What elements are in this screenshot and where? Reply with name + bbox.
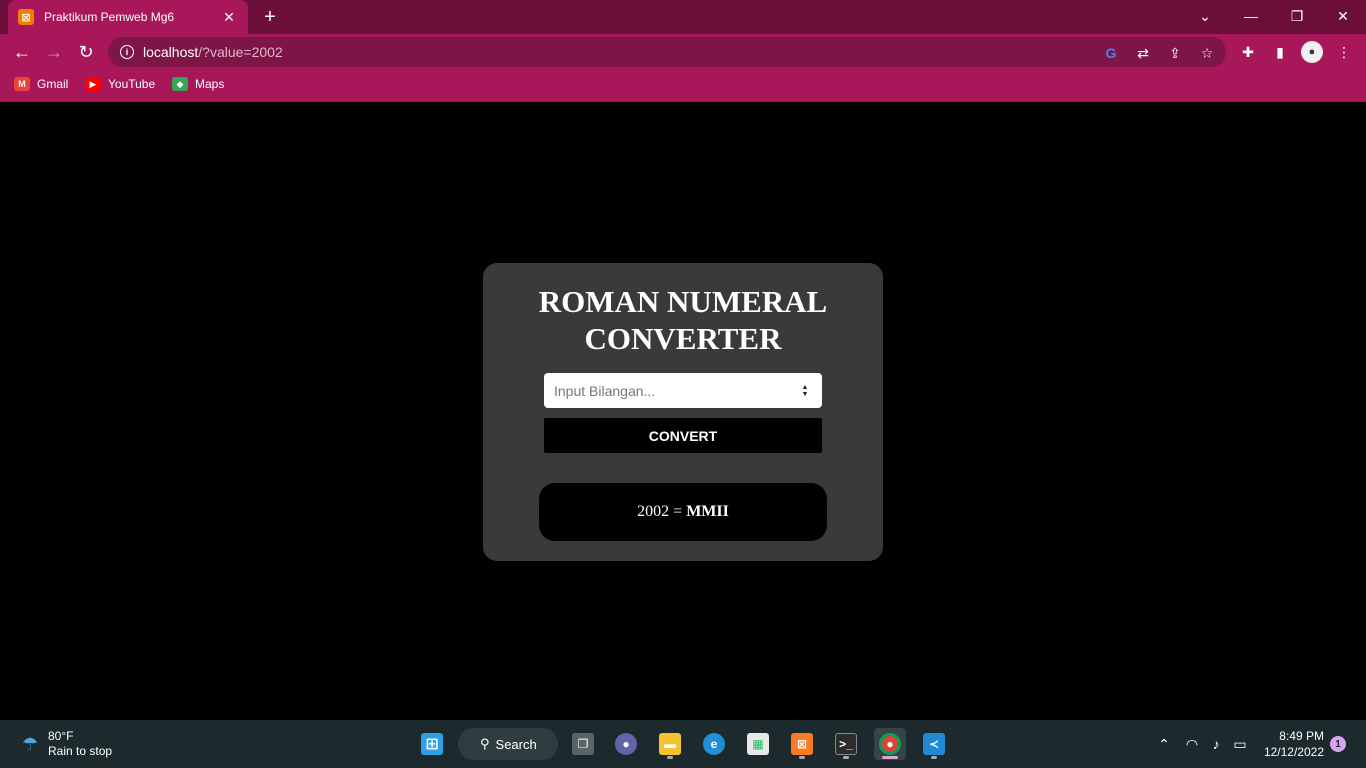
site-info-icon[interactable]: i xyxy=(120,45,134,59)
tab-title: Praktikum Pemweb Mg6 xyxy=(44,10,175,24)
share-icon[interactable]: ⇪ xyxy=(1166,44,1184,62)
vscode-button[interactable]: ≺ xyxy=(918,728,950,760)
notification-badge[interactable]: 1 xyxy=(1330,736,1346,752)
task-view-button[interactable]: ❐ xyxy=(567,728,599,760)
xampp-button[interactable]: ⊠ xyxy=(786,728,818,760)
bookmark-star-icon[interactable]: ☆ xyxy=(1198,44,1216,62)
active-indicator xyxy=(882,756,898,759)
search-label: Search xyxy=(495,736,537,752)
taskbar: ☂ 80°F Rain to stop ⊞ ⚲ Search ❐ ● ▬ e ▦… xyxy=(0,720,1366,768)
bookmark-label: Maps xyxy=(195,77,225,91)
translate-icon[interactable]: ⇄ xyxy=(1134,44,1152,62)
address-bar[interactable]: i localhost/?value=2002 G ⇄ ⇪ ☆ xyxy=(108,37,1226,67)
store-button[interactable]: ▦ xyxy=(742,728,774,760)
bookmark-maps[interactable]: ◆ Maps xyxy=(172,77,224,91)
xampp-icon: ⊠ xyxy=(791,733,813,755)
input-placeholder: Input Bilangan... xyxy=(554,382,656,399)
terminal-button[interactable]: >_ xyxy=(830,728,862,760)
back-icon[interactable]: ← xyxy=(10,40,34,64)
title-line-2: CONVERTER xyxy=(584,321,782,356)
new-tab-button[interactable]: + xyxy=(258,6,282,28)
restore-button[interactable]: ❐ xyxy=(1282,6,1312,26)
extensions-icon[interactable]: ✚ xyxy=(1238,42,1258,62)
chrome-button[interactable]: ● xyxy=(874,728,906,760)
maps-icon: ◆ xyxy=(172,77,188,91)
battery-icon[interactable]: ▭ xyxy=(1230,734,1250,754)
file-explorer-button[interactable]: ▬ xyxy=(654,728,686,760)
number-input[interactable]: Input Bilangan... ▲ ▼ xyxy=(544,373,822,408)
windows-icon: ⊞ xyxy=(421,733,443,755)
chrome-icon: ● xyxy=(879,733,901,755)
result-roman: MMII xyxy=(686,503,729,520)
edge-icon: e xyxy=(703,733,725,755)
search-icon: ⚲ xyxy=(480,736,490,751)
convert-button[interactable]: CONVERT xyxy=(544,418,822,453)
google-lens-icon[interactable]: G xyxy=(1102,44,1120,62)
close-tab-icon[interactable]: ✕ xyxy=(220,8,238,26)
start-button[interactable]: ⊞ xyxy=(416,728,448,760)
result-number: 2002 xyxy=(637,503,670,520)
gmail-icon: M xyxy=(14,77,30,91)
chevron-up-icon[interactable]: ⌃ xyxy=(1154,734,1174,754)
page-title: ROMAN NUMERAL CONVERTER xyxy=(483,283,883,357)
converter-card: ROMAN NUMERAL CONVERTER Input Bilangan..… xyxy=(483,263,883,561)
title-line-1: ROMAN NUMERAL xyxy=(538,284,828,319)
terminal-icon: >_ xyxy=(835,733,857,755)
browser-titlebar: ⊠ Praktikum Pemweb Mg6 ✕ + ⌄ — ❐ ✕ xyxy=(0,0,1366,34)
store-icon: ▦ xyxy=(747,733,769,755)
address-host: localhost xyxy=(143,44,199,60)
youtube-icon: ▶ xyxy=(85,77,101,91)
side-panel-icon[interactable]: ▮ xyxy=(1270,42,1290,62)
chat-icon: ● xyxy=(615,733,637,755)
folder-icon: ▬ xyxy=(659,733,681,755)
clock-date: 12/12/2022 xyxy=(1263,745,1324,759)
edge-button[interactable]: e xyxy=(698,728,730,760)
volume-icon[interactable]: ♪ xyxy=(1206,734,1226,754)
tab-search-icon[interactable]: ⌄ xyxy=(1190,6,1220,26)
browser-toolbar: ← → ↻ i localhost/?value=2002 G ⇄ ⇪ ☆ ✚ … xyxy=(0,34,1366,70)
close-window-button[interactable]: ✕ xyxy=(1328,6,1358,26)
umbrella-icon: ☂ xyxy=(21,733,39,754)
result-equals: = xyxy=(673,503,683,520)
bookmarks-bar: M Gmail ▶ YouTube ◆ Maps xyxy=(0,70,1366,102)
teams-chat-button[interactable]: ● xyxy=(610,728,642,760)
system-clock[interactable]: 8:49 PM 12/12/2022 xyxy=(1262,728,1324,760)
number-spinner-icon[interactable]: ▲ ▼ xyxy=(800,383,810,398)
address-query: /?value=2002 xyxy=(198,44,283,60)
running-indicator xyxy=(667,756,673,759)
weather-widget[interactable]: ☂ 80°F Rain to stop xyxy=(22,729,112,759)
wifi-icon[interactable]: ◠ xyxy=(1182,734,1202,754)
forward-icon[interactable]: → xyxy=(42,40,66,64)
minimize-button[interactable]: — xyxy=(1236,6,1266,26)
weather-temp: 80°F xyxy=(48,729,74,743)
running-indicator xyxy=(843,756,849,759)
clock-time: 8:49 PM xyxy=(1279,729,1324,743)
vscode-icon: ≺ xyxy=(923,733,945,755)
weather-condition: Rain to stop xyxy=(48,744,113,758)
bookmark-gmail[interactable]: M Gmail xyxy=(14,77,68,91)
browser-tab[interactable]: ⊠ Praktikum Pemweb Mg6 ✕ xyxy=(8,0,248,34)
xampp-icon: ⊠ xyxy=(18,9,34,25)
bookmark-label: YouTube xyxy=(108,77,156,91)
page-viewport: ROMAN NUMERAL CONVERTER Input Bilangan..… xyxy=(0,103,1366,720)
bookmark-youtube[interactable]: ▶ YouTube xyxy=(85,77,155,91)
running-indicator xyxy=(799,756,805,759)
running-indicator xyxy=(931,756,937,759)
reload-icon[interactable]: ↻ xyxy=(74,40,98,64)
menu-icon[interactable]: ⋮ xyxy=(1334,42,1354,62)
bookmark-label: Gmail xyxy=(37,77,69,91)
task-view-icon: ❐ xyxy=(572,733,594,755)
profile-avatar[interactable]: ● xyxy=(1301,41,1323,63)
taskbar-search[interactable]: ⚲ Search xyxy=(458,728,558,760)
result-box: 2002 = MMII xyxy=(539,483,827,541)
